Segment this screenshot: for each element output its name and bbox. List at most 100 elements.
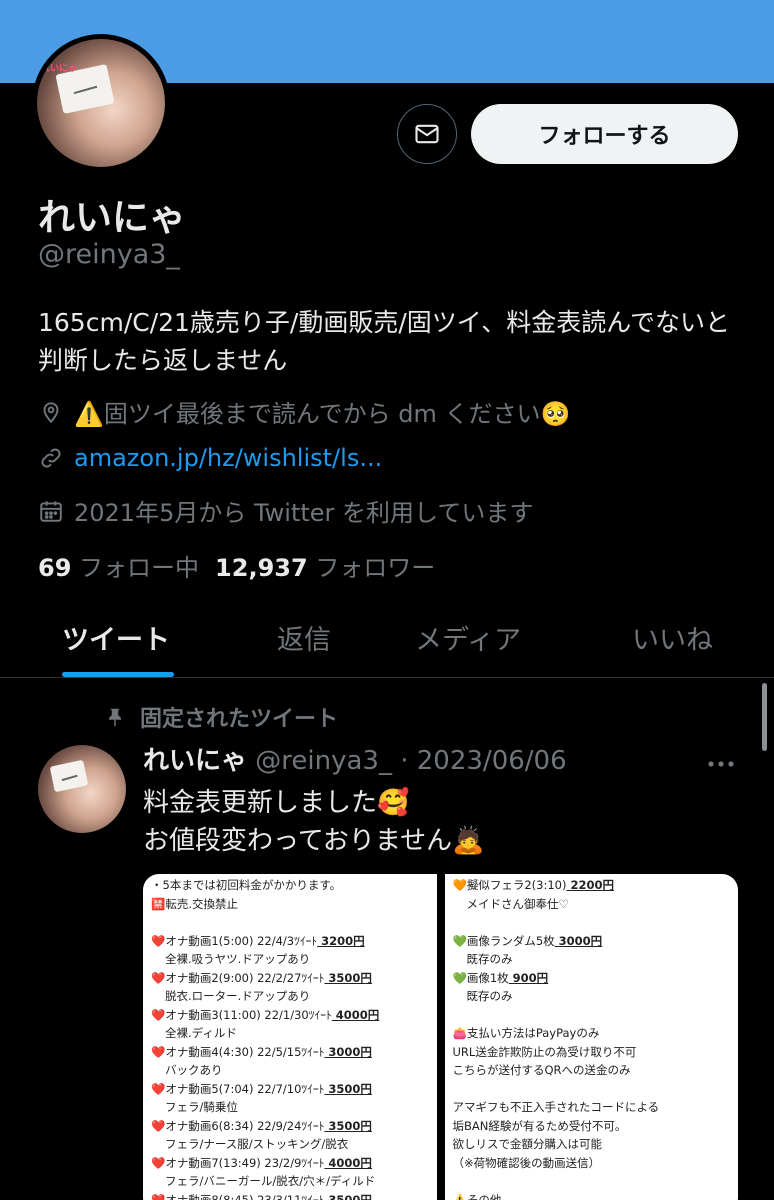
price-value: 900円 bbox=[508, 970, 549, 985]
tweet-text-line: お値段変わっておりません🙇 bbox=[143, 826, 485, 856]
tab-likes[interactable]: いいね bbox=[632, 618, 713, 657]
envelope-icon bbox=[415, 124, 439, 144]
price-list-line: ❤️オナ動画4(4:30) 22/5/15ﾂｲｰﾄ 3000円 bbox=[151, 1043, 429, 1062]
profile-avatar[interactable]: れいにゃ bbox=[32, 34, 170, 172]
price-list-line: 💚画像1枚 900円 bbox=[453, 969, 731, 988]
active-tab-indicator bbox=[62, 672, 174, 677]
link-icon bbox=[41, 448, 61, 468]
tweet-header: れいにゃ @reinya3_ · 2023/06/06 bbox=[143, 740, 567, 777]
price-value: 4000円 bbox=[324, 1155, 372, 1170]
price-list-text: 既存のみ bbox=[466, 952, 513, 966]
tweet-more-button[interactable] bbox=[706, 754, 736, 773]
tweet-author-avatar[interactable] bbox=[38, 745, 126, 833]
price-list-line: 全裸.ディルド bbox=[151, 1024, 429, 1043]
message-button[interactable] bbox=[397, 104, 457, 164]
price-list-text: 全裸.吸うヤツ.ドアップあり bbox=[165, 952, 311, 966]
profile-location: ⚠️固ツイ最後まで読んでから dm ください🥺 bbox=[38, 394, 570, 429]
price-list-text: 💚画像ランダム5枚 bbox=[452, 933, 555, 948]
price-list-line: メイドさん御奉仕♡ bbox=[453, 895, 731, 914]
price-list-line: フェラ/バニーガール/脱衣/穴＊/ディルド bbox=[151, 1172, 429, 1191]
price-list-line: ・5本までは初回料金がかかります。 bbox=[151, 876, 429, 895]
price-list-line bbox=[453, 1006, 731, 1025]
price-list-line: ❤️オナ動画3(11:00) 22/1/30ﾂｲｰﾄ 4000円 bbox=[151, 1006, 429, 1025]
price-value: 2200円 bbox=[566, 878, 614, 892]
price-list-text: 脱衣.ローター.ドアップあり bbox=[165, 989, 311, 1003]
pinned-label: 固定されたツイート bbox=[140, 707, 339, 732]
price-list-text: フェラ/バニーガール/脱衣/穴＊/ディルド bbox=[165, 1174, 376, 1188]
price-list-line: （※荷物確認後の動画送信） bbox=[453, 1154, 731, 1173]
profile-name: れいにゃ bbox=[38, 196, 186, 239]
price-list-line: ❤️オナ動画7(13:49) 23/2/9ﾂｲｰﾄ 4000円 bbox=[151, 1154, 429, 1173]
price-list-text: 垢BAN経験が有るため受付不可。 bbox=[452, 1118, 627, 1133]
price-list-text: バックあり bbox=[165, 1063, 223, 1077]
price-list-line: 垢BAN経験が有るため受付不可。 bbox=[453, 1117, 731, 1136]
tweet-date[interactable]: 2023/06/06 bbox=[417, 746, 567, 776]
price-list-text: ❤️オナ動画4(4:30) 22/5/15ﾂｲｰﾄ bbox=[151, 1044, 325, 1059]
price-list-line: 🧡擬似フェラ2(3:10) 2200円 bbox=[453, 876, 731, 895]
price-value: 4000円 bbox=[331, 1007, 380, 1022]
price-list-text: ❤️オナ動画3(11:00) 22/1/30ﾂｲｰﾄ bbox=[151, 1007, 332, 1022]
tweet-text: 料金表更新しました🥰 お値段変わっておりません🙇 bbox=[143, 784, 485, 860]
price-list-line: こちらが送付するQRへの送金のみ bbox=[453, 1061, 731, 1080]
scrollbar-thumb[interactable] bbox=[762, 683, 767, 751]
price-list-line: 🈲転売.交換禁止 bbox=[151, 895, 429, 914]
profile-bio: 165cm/C/21歳売り子/動画販売/固ツイ、料金表読んでないと判断したら返し… bbox=[38, 308, 731, 375]
tweet-text-line: 料金表更新しました🥰 bbox=[143, 788, 410, 818]
price-list-line: ⚠️その他 bbox=[453, 1191, 731, 1200]
tweet-author-handle[interactable]: @reinya3_ bbox=[255, 746, 392, 776]
joined-text: 2021年5月から Twitter を利用しています bbox=[74, 499, 534, 527]
profile-link[interactable]: amazon.jp/hz/wishlist/ls... bbox=[74, 444, 382, 472]
price-list-line: ❤️オナ動画5(7:04) 22/7/10ﾂｲｰﾄ 3500円 bbox=[151, 1080, 429, 1099]
price-list-line: フェラ/騎乗位 bbox=[151, 1098, 429, 1117]
following-link[interactable]: 69 フォロー中 bbox=[38, 554, 199, 582]
price-list-line bbox=[453, 1080, 731, 1099]
price-list-line: ❤️オナ動画8(8:45) 23/3/11ﾂｲｰﾄ 3500円 bbox=[151, 1191, 429, 1200]
price-list-text: 💚画像1枚 bbox=[452, 970, 509, 985]
price-value: 3500円 bbox=[324, 970, 372, 985]
price-list-text: ❤️オナ動画5(7:04) 22/7/10ﾂｲｰﾄ bbox=[151, 1081, 325, 1096]
price-list-text: URL送金詐欺防止の為受け取り不可 bbox=[452, 1044, 637, 1059]
tab-tweets[interactable]: ツイート bbox=[62, 618, 170, 657]
price-list-line bbox=[453, 1172, 731, 1191]
followers-link[interactable]: 12,937 フォロワー bbox=[215, 554, 435, 582]
followers-count: 12,937 bbox=[215, 554, 308, 582]
price-value: 3200円 bbox=[317, 933, 365, 948]
tweet-media-grid: ・5本までは初回料金がかかります。 🈲転売.交換禁止 ❤️オナ動画1(5:00) 2… bbox=[143, 874, 738, 1200]
more-dots-icon bbox=[708, 761, 734, 767]
price-list-text: ❤️オナ動画7(13:49) 23/2/9ﾂｲｰﾄ bbox=[151, 1155, 325, 1170]
price-list-text: フェラ/騎乗位 bbox=[165, 1100, 238, 1114]
tweet-author-name[interactable]: れいにゃ bbox=[143, 746, 247, 776]
price-list-line bbox=[453, 913, 731, 932]
price-list-line: URL送金詐欺防止の為受け取り不可 bbox=[453, 1043, 731, 1062]
pin-icon bbox=[109, 708, 121, 727]
avatar-card-shape bbox=[49, 759, 89, 793]
profile-handle: @reinya3_ bbox=[38, 239, 180, 270]
price-list-text: ❤️オナ動画6(8:34) 22/9/24ﾂｲｰﾄ bbox=[151, 1118, 325, 1133]
price-list-text: 欲しリスで金額分購入は可能 bbox=[452, 1137, 603, 1151]
price-list-line: 既存のみ bbox=[453, 950, 731, 969]
price-list-line: バックあり bbox=[151, 1061, 429, 1080]
profile-joined: 2021年5月から Twitter を利用しています bbox=[38, 493, 533, 528]
price-list-text: アマギフも不正入手されたコードによる bbox=[452, 1100, 660, 1114]
price-value: 3000円 bbox=[324, 1044, 372, 1059]
price-list-line: 👛支払い方法はPayPayのみ bbox=[453, 1024, 731, 1043]
price-list-line: 欲しリスで金額分購入は可能 bbox=[453, 1135, 731, 1154]
follow-button[interactable]: フォローする bbox=[471, 104, 738, 164]
price-value: 3500円 bbox=[324, 1192, 372, 1200]
price-value: 3000円 bbox=[554, 933, 603, 948]
followers-label: フォロワー bbox=[315, 554, 436, 582]
tweet-image-price-list-1[interactable]: ・5本までは初回料金がかかります。 🈲転売.交換禁止 ❤️オナ動画1(5:00) 2… bbox=[143, 874, 437, 1200]
following-count: 69 bbox=[38, 554, 72, 582]
calendar-icon bbox=[40, 500, 62, 522]
tweet-image-price-list-2[interactable]: 🧡擬似フェラ2(3:10) 2200円 メイドさん御奉仕♡ 💚画像ランダム5枚 30… bbox=[444, 874, 738, 1200]
tab-replies[interactable]: 返信 bbox=[277, 618, 331, 657]
price-list-text: 全裸.ディルド bbox=[165, 1026, 237, 1040]
avatar-sticker-text: れいにゃ bbox=[41, 64, 78, 74]
profile-tabs: ツイート 返信 メディア いいね bbox=[0, 600, 774, 678]
tab-media[interactable]: メディア bbox=[415, 618, 521, 657]
follow-stats: 69 フォロー中 12,937 フォロワー bbox=[38, 548, 435, 583]
price-list-line: 既存のみ bbox=[453, 987, 731, 1006]
price-list-text: フェラ/ナース服/ストッキング/脱衣 bbox=[165, 1137, 349, 1151]
price-list-line bbox=[151, 913, 429, 932]
price-list-text: ・5本までは初回料金がかかります。 bbox=[151, 878, 342, 892]
